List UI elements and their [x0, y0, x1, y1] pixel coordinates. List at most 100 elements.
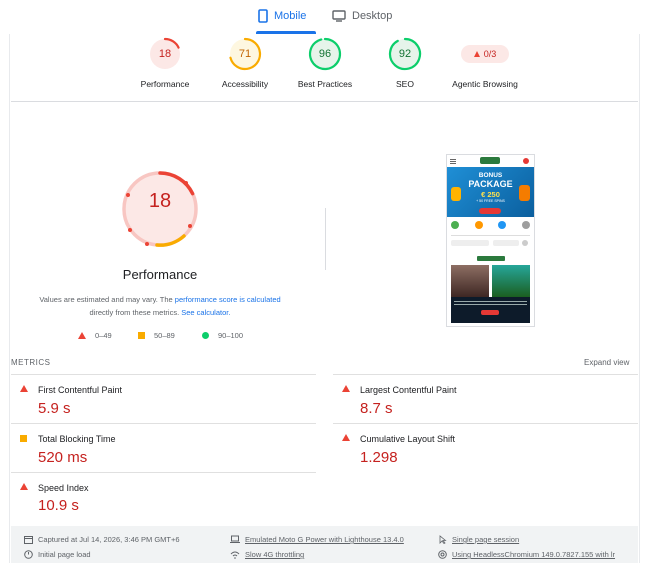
menu-icon: [450, 159, 456, 160]
score-value: 92: [398, 48, 412, 60]
metric-name: Speed Index: [38, 483, 89, 493]
user-icon: [523, 158, 529, 164]
tab-desktop-label: Desktop: [352, 10, 393, 22]
score-gauge: 18: [148, 37, 182, 71]
calendar-icon: [24, 535, 33, 544]
emulated-device[interactable]: Emulated Moto G Power with Lighthouse 13…: [230, 535, 404, 544]
metric-value: 5.9 s: [38, 400, 71, 417]
performance-title: Performance: [122, 267, 198, 282]
divider: [11, 472, 316, 473]
monitor-icon: [332, 10, 346, 22]
score-label: Performance: [140, 79, 190, 89]
cookie-button: [481, 310, 499, 315]
metric-name: Total Blocking Time: [38, 434, 116, 444]
divider: [11, 423, 316, 424]
calculator-link[interactable]: See calculator.: [181, 308, 230, 317]
promo-art: [519, 185, 530, 201]
metric-value: 8.7 s: [360, 400, 393, 417]
score-seo[interactable]: 92 SEO: [365, 37, 445, 89]
throttle-text: Slow 4G throttling: [245, 550, 305, 559]
cookie-text: [454, 301, 527, 302]
device-text: Emulated Moto G Power with Lighthouse 13…: [245, 535, 404, 544]
metric-value: 1.298: [360, 449, 398, 466]
metric-name: Largest Contentful Paint: [360, 385, 457, 395]
metric-value: 10.9 s: [38, 497, 79, 514]
network-throttling[interactable]: Slow 4G throttling: [230, 550, 304, 559]
divider: [11, 374, 316, 375]
phone-icon: [258, 9, 268, 23]
desc-text: directly from these metrics.: [89, 308, 182, 317]
fail-triangle-icon: [78, 332, 86, 339]
agentic-badge: 0/3: [461, 45, 509, 63]
divider: [333, 423, 638, 424]
pointer-icon: [438, 535, 447, 544]
fail-triangle-icon: [20, 385, 28, 392]
category-icon: [498, 221, 507, 229]
legend-label: 0–49: [95, 331, 112, 340]
score-performance[interactable]: 18 Performance: [125, 37, 205, 89]
browser-version[interactable]: Using HeadlessChromium 149.0.7827.155 wi…: [438, 550, 615, 559]
score-agentic-browsing[interactable]: 0/3 Agentic Browsing: [445, 37, 525, 89]
performance-description: Values are estimated and may vary. The p…: [30, 293, 290, 319]
divider: [11, 101, 638, 102]
promo-cta-button: [479, 208, 501, 214]
score-label: Accessibility: [221, 79, 269, 89]
timer-icon: [24, 550, 33, 559]
legend-average: 50–89: [138, 331, 175, 340]
metrics-header: METRICS: [11, 358, 51, 367]
single-page-session[interactable]: Single page session: [438, 535, 519, 544]
category-icon: [521, 221, 530, 229]
initial-page-load: Initial page load: [24, 550, 91, 559]
score-gauge: 71: [228, 37, 262, 71]
game-tile: [492, 265, 530, 297]
category-icons: [451, 221, 530, 233]
cookie-banner: [451, 297, 530, 323]
performance-score: 18: [148, 190, 172, 212]
thumb-divider: [451, 235, 530, 236]
score-label: SEO: [396, 79, 414, 89]
load-text: Initial page load: [38, 550, 91, 559]
promo-line1: BONUS: [478, 172, 503, 179]
promo-banner: BONUS PACKAGE € 250 + 50 FREE SPINS: [447, 167, 534, 217]
active-tab-indicator: [256, 31, 316, 34]
score-gauge: 96: [308, 37, 342, 71]
legend-label: 90–100: [218, 331, 244, 340]
warning-triangle-icon: [473, 51, 480, 57]
fail-triangle-icon: [20, 483, 28, 490]
performance-score-link[interactable]: performance score is calculated: [175, 295, 281, 304]
runtime-info-footer: Captured at Jul 14, 2026, 3:46 PM GMT+6 …: [11, 526, 638, 563]
wifi-icon: [230, 550, 240, 559]
laptop-icon: [230, 535, 240, 544]
page-screenshot[interactable]: BONUS PACKAGE € 250 + 50 FREE SPINS: [446, 154, 535, 327]
browser-text: Using HeadlessChromium 149.0.7827.155 wi…: [452, 550, 616, 559]
score-value: 71: [238, 48, 252, 60]
score-value: 96: [318, 48, 332, 60]
average-square-icon: [138, 332, 145, 339]
session-text: Single page session: [452, 535, 520, 544]
fail-triangle-icon: [342, 434, 350, 441]
metric-name: First Contentful Paint: [38, 385, 123, 395]
thumb-search: [451, 240, 489, 246]
score-best-practices[interactable]: 96 Best Practices: [285, 37, 365, 89]
expand-view-button[interactable]: Expand view: [584, 358, 629, 367]
score-accessibility[interactable]: 71 Accessibility: [205, 37, 285, 89]
legend-pass: 90–100: [202, 331, 243, 340]
score-gauge: 92: [388, 37, 422, 71]
desc-text: Values are estimated and may vary. The: [39, 295, 175, 304]
pass-circle-icon: [202, 332, 209, 339]
agentic-value: 0/3: [483, 49, 497, 59]
category-icon: [474, 221, 483, 229]
metric-value: 520 ms: [38, 449, 88, 466]
tab-mobile[interactable]: Mobile: [258, 0, 306, 32]
metric-name: Cumulative Layout Shift: [360, 434, 456, 444]
tab-mobile-label: Mobile: [274, 10, 307, 22]
logo-icon: [480, 157, 500, 164]
thumb-filter: [493, 240, 519, 246]
score-label: Agentic Browsing: [452, 79, 518, 89]
captured-at: Captured at Jul 14, 2026, 3:46 PM GMT+6: [24, 535, 180, 544]
tab-desktop[interactable]: Desktop: [332, 0, 392, 32]
frame-border-left: [9, 34, 10, 563]
average-square-icon: [20, 435, 27, 442]
promo-art: [451, 187, 461, 201]
legend-fail: 0–49: [78, 331, 112, 340]
